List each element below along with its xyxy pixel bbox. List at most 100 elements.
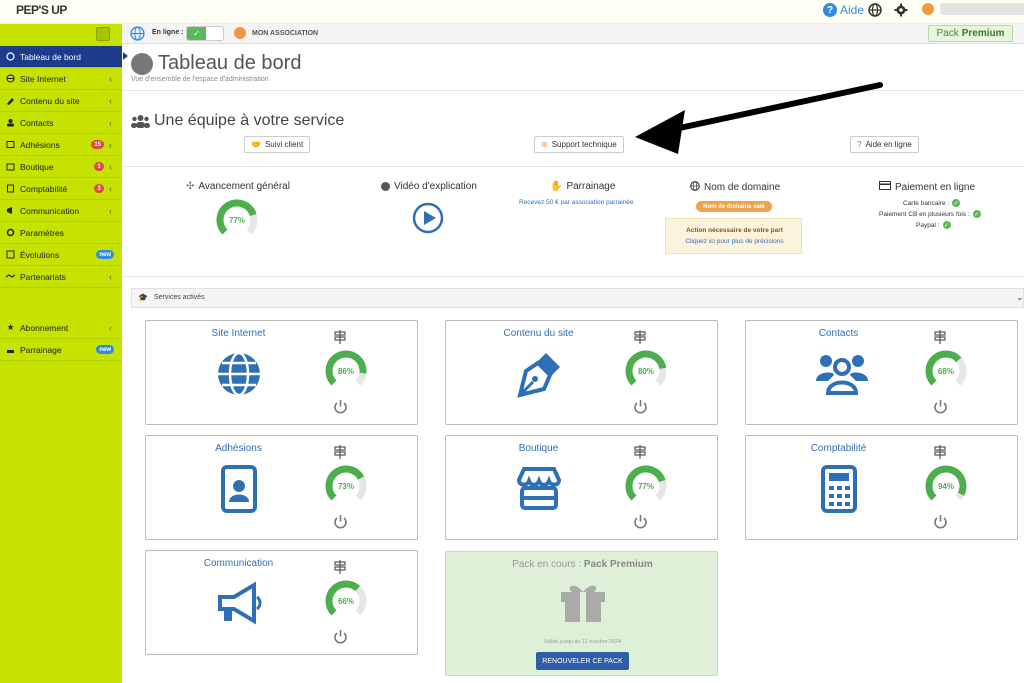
hand-gift-icon: ✋ [550,181,563,192]
new-badge: new [96,250,114,259]
pack-premium-badge[interactable]: Pack Premium [928,25,1013,42]
signpost-icon[interactable] [933,445,947,462]
service-card-communication[interactable]: Communication 66% [145,550,418,655]
chevron-left-icon: ‹ [109,322,112,333]
team-section-title: Une équipe à votre service [154,112,345,129]
sidebar-item-contenu-du-site[interactable]: Contenu du site ‹ [0,90,122,112]
referral-link[interactable]: Recevez 50 € par association parrainée [519,199,634,206]
pen-nib-icon [514,349,564,399]
handshake-icon [6,272,15,281]
pack-validity: Valide jusqu'au 11 octobre 2024 [543,639,622,645]
sidebar-item-communication[interactable]: Communication ‹ [0,200,122,222]
store-icon [514,464,564,514]
online-toggle[interactable]: ✓ [186,26,224,41]
signpost-icon[interactable] [333,445,347,462]
id-card-icon [6,140,15,149]
signpost-icon[interactable] [633,330,647,347]
notification-badge: 1 [94,162,104,171]
star-icon: ★ [6,322,15,332]
list-icon [6,250,15,259]
sidebar-item-parrainage[interactable]: Parrainage new [0,339,122,361]
overall-progress-gauge: 77% [216,199,258,235]
signpost-icon[interactable] [333,560,347,577]
service-card-comptabilite[interactable]: Comptabilité 94% [745,435,1018,540]
online-label: En ligne : [152,29,184,36]
power-toggle-icon[interactable] [333,514,348,532]
service-progress-gauge: 66% [325,580,367,616]
service-card-boutique[interactable]: Boutique 77% [445,435,718,540]
service-card-title: Boutique [518,443,559,454]
association-name: MON ASSOCIATION [252,30,319,37]
service-progress-gauge: 80% [625,350,667,386]
power-toggle-icon[interactable] [933,514,948,532]
sidebar-item-tableau-de-bord[interactable]: Tableau de bord [0,46,122,68]
services-panel-header[interactable]: 🎓 Services activés ⌄ [131,288,1024,308]
calculator-icon [6,184,15,193]
domain-heading: Nom de domaine [690,181,780,194]
payment-heading: Paiement en ligne [879,181,975,193]
megaphone-icon [6,206,15,215]
lifebuoy-icon: ⊛ [541,140,548,149]
sidebar-collapse-button[interactable] [96,27,110,41]
globe-icon [690,181,700,194]
domain-action-link[interactable]: Cliquez ici pour plus de précisions [666,238,803,245]
service-card-site-internet[interactable]: Site Internet 86% [145,320,418,425]
users-icon [814,349,868,399]
payment-card-line: Carte bancaire : ✓ [903,199,961,207]
graduation-cap-icon: 🎓 [138,293,148,302]
service-card-contenu-du-site[interactable]: Contenu du site 80% [445,320,718,425]
domain-action-box[interactable]: Action nécessaire de votre part Cliquez … [665,218,802,254]
gauge-value: 66% [338,597,354,606]
signpost-icon[interactable] [933,330,947,347]
sidebar-item-partenariats[interactable]: Partenariats ‹ [0,266,122,288]
power-toggle-icon[interactable] [633,514,648,532]
sidebar-item-comptabilite[interactable]: Comptabilité 3 ‹ [0,178,122,200]
service-card-title: Adhésions [215,443,262,454]
divider [122,90,1024,91]
support-technique-button[interactable]: ⊛ Support technique [534,136,624,153]
service-card-adhesions[interactable]: Adhésions 73% [145,435,418,540]
play-small-icon [381,182,390,191]
power-toggle-icon[interactable] [933,399,948,417]
video-play-icon[interactable] [412,202,444,234]
suivi-client-button[interactable]: 🤝 Suivi client [244,136,311,153]
gauge-value: 80% [638,367,654,376]
referral-heading: ✋ Parrainage [550,181,616,192]
app-logo[interactable]: PEP'S UP [16,3,67,17]
sidebar-item-boutique[interactable]: Boutique 1 ‹ [0,156,122,178]
settings-gear-icon[interactable] [894,3,908,17]
gauge-value: 77% [638,482,654,491]
chevron-left-icon: ‹ [109,95,112,106]
collapse-arrow-icon[interactable] [123,52,128,60]
help-link[interactable]: ? Aide [823,3,864,17]
sidebar-item-adhesions[interactable]: Adhésions 15 ‹ [0,134,122,156]
service-card-title: Site Internet [211,328,266,339]
power-toggle-icon[interactable] [333,399,348,417]
sidebar-item-parametres[interactable]: Paramètres [0,222,122,244]
gauge-value: 86% [338,367,354,376]
power-toggle-icon[interactable] [633,399,648,417]
chevron-left-icon: ‹ [109,73,112,84]
power-toggle-icon[interactable] [333,629,348,647]
chevron-left-icon: ‹ [109,161,112,172]
signpost-icon[interactable] [633,445,647,462]
divider [122,166,1024,167]
shop-icon [6,162,15,171]
gift-icon [561,585,605,622]
renew-pack-button[interactable]: RENOUVELER CE PACK [536,652,629,670]
sidebar-item-evolutions[interactable]: Évolutions new [0,244,122,266]
check-circle-icon: ✓ [952,199,961,207]
chevron-down-icon[interactable]: ⌄ [1016,292,1024,303]
language-globe-icon[interactable] [868,3,882,17]
sidebar-item-contacts[interactable]: Contacts ‹ [0,112,122,134]
divider [122,276,1024,277]
calculator-icon [814,464,864,514]
service-card-contacts[interactable]: Contacts 68% [745,320,1018,425]
service-card-title: Comptabilité [810,443,867,454]
signpost-icon[interactable] [333,330,347,347]
user-menu[interactable] [922,3,1024,15]
service-card-title: Contacts [818,328,859,339]
gauge-value: 68% [938,367,954,376]
sidebar-item-site-internet[interactable]: Site Internet ‹ [0,68,122,90]
sidebar-item-abonnement[interactable]: ★ Abonnement ‹ [0,317,122,339]
